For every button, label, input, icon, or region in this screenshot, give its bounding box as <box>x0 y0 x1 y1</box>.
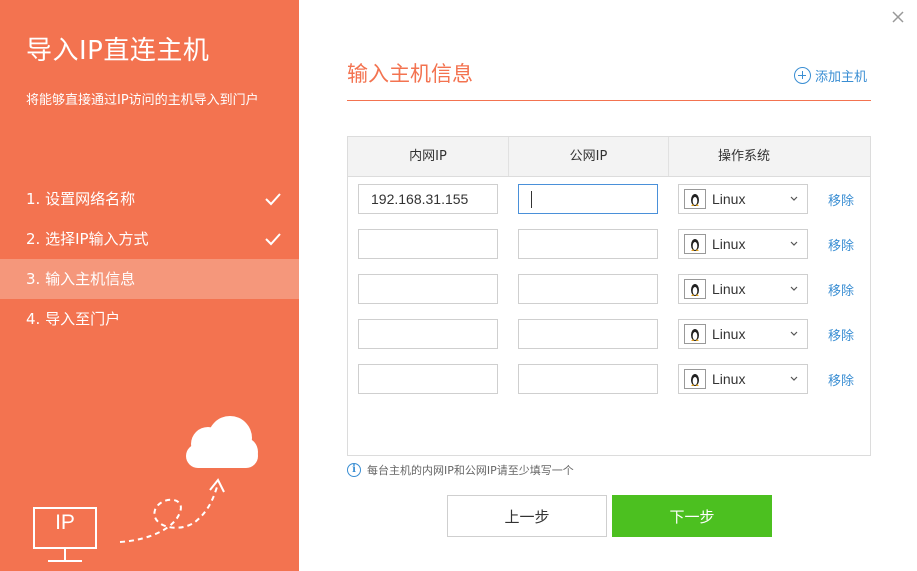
page-title: 输入主机信息 <box>347 62 473 86</box>
check-icon <box>265 233 281 246</box>
remove-row-link[interactable]: 移除 <box>828 190 854 209</box>
form-hint: i 每台主机的内网IP和公网IP请至少填写一个 <box>347 462 574 478</box>
public-ip-input[interactable] <box>518 364 658 394</box>
chevron-down-icon <box>790 331 798 336</box>
os-select[interactable]: Linux <box>678 229 808 259</box>
cloud-icon <box>186 416 258 468</box>
table-row: Linux 移除 <box>348 229 870 261</box>
sidebar-description: 将能够直接通过IP访问的主机导入到门户 <box>26 93 259 108</box>
os-select-value: Linux <box>712 191 746 207</box>
host-table: 内网IP 公网IP 操作系统 192.168.31.155 Linux 移除 L… <box>347 136 871 456</box>
plus-circle-icon <box>794 67 811 84</box>
step-item-ip-input-method: 2. 选择IP输入方式 <box>0 219 299 259</box>
table-row: Linux 移除 <box>348 274 870 306</box>
remove-row-link[interactable]: 移除 <box>828 325 854 344</box>
column-header-internal-ip: 内网IP <box>348 137 509 176</box>
public-ip-input[interactable] <box>518 229 658 259</box>
os-select-value: Linux <box>712 281 746 297</box>
chevron-down-icon <box>790 196 798 201</box>
remove-row-link[interactable]: 移除 <box>828 235 854 254</box>
linux-penguin-icon <box>684 234 706 254</box>
public-ip-input[interactable] <box>518 274 658 304</box>
add-host-label: 添加主机 <box>815 70 868 85</box>
next-step-button[interactable]: 下一步 <box>612 495 772 537</box>
column-header-public-ip: 公网IP <box>509 137 669 176</box>
chevron-down-icon <box>790 241 798 246</box>
os-select-value: Linux <box>712 236 746 252</box>
table-row: Linux 移除 <box>348 364 870 396</box>
text-caret <box>531 191 532 208</box>
add-host-button[interactable]: 添加主机 <box>794 66 867 85</box>
previous-step-button[interactable]: 上一步 <box>447 495 607 537</box>
step-item-host-info: 3. 输入主机信息 <box>0 259 299 299</box>
form-hint-text: 每台主机的内网IP和公网IP请至少填写一个 <box>367 464 574 477</box>
internal-ip-input[interactable] <box>358 319 498 349</box>
remove-row-link[interactable]: 移除 <box>828 370 854 389</box>
step-label: 3. 输入主机信息 <box>26 270 136 288</box>
os-select[interactable]: Linux <box>678 364 808 394</box>
linux-penguin-icon <box>684 324 706 344</box>
step-list: 1. 设置网络名称 2. 选择IP输入方式 3. 输入主机信息 4. 导入至门户 <box>0 179 299 339</box>
os-select-value: Linux <box>712 371 746 387</box>
ip-cloud-illustration <box>33 416 258 562</box>
monitor-ip-label: IP <box>55 511 75 534</box>
remove-row-link[interactable]: 移除 <box>828 280 854 299</box>
info-icon: i <box>347 463 361 477</box>
close-icon[interactable] <box>889 8 907 26</box>
internal-ip-input[interactable] <box>358 229 498 259</box>
os-select[interactable]: Linux <box>678 274 808 304</box>
linux-penguin-icon <box>684 189 706 209</box>
table-row: 192.168.31.155 Linux 移除 <box>348 184 870 216</box>
step-label: 2. 选择IP输入方式 <box>26 230 149 248</box>
chevron-down-icon <box>790 376 798 381</box>
step-item-import: 4. 导入至门户 <box>0 299 299 339</box>
public-ip-input[interactable] <box>518 184 658 214</box>
linux-penguin-icon <box>684 369 706 389</box>
check-icon <box>265 193 281 206</box>
table-header: 内网IP 公网IP 操作系统 <box>348 137 870 177</box>
internal-ip-input[interactable] <box>358 364 498 394</box>
chevron-down-icon <box>790 286 798 291</box>
internal-ip-input[interactable]: 192.168.31.155 <box>358 184 498 214</box>
step-item-network-name: 1. 设置网络名称 <box>0 179 299 219</box>
sidebar-title: 导入IP直连主机 <box>26 36 210 66</box>
os-select[interactable]: Linux <box>678 319 808 349</box>
step-label: 4. 导入至门户 <box>26 310 121 328</box>
heading-divider <box>347 100 871 101</box>
internal-ip-input[interactable] <box>358 274 498 304</box>
public-ip-input[interactable] <box>518 319 658 349</box>
step-label: 1. 设置网络名称 <box>26 190 136 208</box>
linux-penguin-icon <box>684 279 706 299</box>
table-row: Linux 移除 <box>348 319 870 351</box>
os-select[interactable]: Linux <box>678 184 808 214</box>
column-header-os: 操作系统 <box>717 149 770 164</box>
os-select-value: Linux <box>712 326 746 342</box>
sidebar: 导入IP直连主机 将能够直接通过IP访问的主机导入到门户 1. 设置网络名称 2… <box>0 0 299 571</box>
